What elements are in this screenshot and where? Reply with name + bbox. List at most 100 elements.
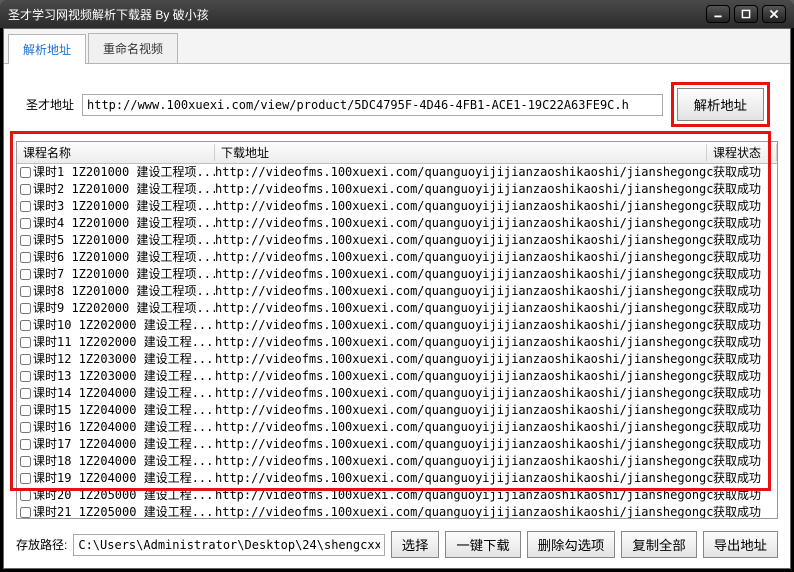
row-name: 课时8 1Z201000 建设工程项... [33,283,215,300]
table-row[interactable]: 课时12 1Z203000 建设工程...http://videofms.100… [17,351,777,368]
table-row[interactable]: 课时21 1Z205000 建设工程...http://videofms.100… [17,504,777,518]
row-checkbox[interactable] [17,351,33,368]
table-row[interactable]: 课时15 1Z204000 建设工程...http://videofms.100… [17,402,777,419]
row-url: http://videofms.100xuexi.com/quanguoyiji… [215,334,713,351]
delete-checked-button[interactable]: 删除勾选项 [527,531,616,558]
row-checkbox[interactable] [17,385,33,402]
row-checkbox[interactable] [17,317,33,334]
row-name: 课时16 1Z204000 建设工程... [33,419,215,436]
table-row[interactable]: 课时16 1Z204000 建设工程...http://videofms.100… [17,419,777,436]
row-url: http://videofms.100xuexi.com/quanguoyiji… [215,487,713,504]
save-path-input[interactable] [73,534,384,556]
row-url: http://videofms.100xuexi.com/quanguoyiji… [215,368,713,385]
row-name: 课时15 1Z204000 建设工程... [33,402,215,419]
row-checkbox[interactable] [17,436,33,453]
table-row[interactable]: 课时8 1Z201000 建设工程项...http://videofms.100… [17,283,777,300]
row-name: 课时14 1Z204000 建设工程... [33,385,215,402]
row-status: 获取成功 [713,198,777,215]
table-row[interactable]: 课时4 1Z201000 建设工程项...http://videofms.100… [17,215,777,232]
row-name: 课时2 1Z201000 建设工程项... [33,181,215,198]
row-url: http://videofms.100xuexi.com/quanguoyiji… [215,283,713,300]
table-row[interactable]: 课时2 1Z201000 建设工程项...http://videofms.100… [17,181,777,198]
row-name: 课时9 1Z202000 建设工程项... [33,300,215,317]
row-url: http://videofms.100xuexi.com/quanguoyiji… [215,300,713,317]
app-window: 圣才学习网视频解析下载器 By 破小孩 解析地址 重命名视频 圣才地址 解析地址… [0,0,794,572]
column-name[interactable]: 课程名称 [17,144,215,161]
row-checkbox[interactable] [17,300,33,317]
row-url: http://videofms.100xuexi.com/quanguoyiji… [215,215,713,232]
table-row[interactable]: 课时6 1Z201000 建设工程项...http://videofms.100… [17,249,777,266]
table-row[interactable]: 课时13 1Z203000 建设工程...http://videofms.100… [17,368,777,385]
table-row[interactable]: 课时9 1Z202000 建设工程项...http://videofms.100… [17,300,777,317]
row-checkbox[interactable] [17,266,33,283]
row-checkbox[interactable] [17,164,33,181]
row-status: 获取成功 [713,300,777,317]
tab-parse[interactable]: 解析地址 [8,34,86,64]
row-url: http://videofms.100xuexi.com/quanguoyiji… [215,164,713,181]
row-checkbox[interactable] [17,215,33,232]
table-row[interactable]: 课时5 1Z201000 建设工程项...http://videofms.100… [17,232,777,249]
row-checkbox[interactable] [17,470,33,487]
table-body[interactable]: 课时1 1Z201000 建设工程项...http://videofms.100… [17,164,777,518]
row-url: http://videofms.100xuexi.com/quanguoyiji… [215,266,713,283]
row-checkbox[interactable] [17,181,33,198]
parse-button-highlight: 解析地址 [671,82,770,127]
row-checkbox[interactable] [17,504,33,518]
table-row[interactable]: 课时17 1Z204000 建设工程...http://videofms.100… [17,436,777,453]
row-checkbox[interactable] [17,453,33,470]
row-status: 获取成功 [713,249,777,266]
row-url: http://videofms.100xuexi.com/quanguoyiji… [215,351,713,368]
copy-all-button[interactable]: 复制全部 [621,531,696,558]
table-row[interactable]: 课时11 1Z202000 建设工程...http://videofms.100… [17,334,777,351]
row-status: 获取成功 [713,470,777,487]
parse-button[interactable]: 解析地址 [677,88,764,121]
row-name: 课时12 1Z203000 建设工程... [33,351,215,368]
row-checkbox[interactable] [17,402,33,419]
choose-button[interactable]: 选择 [391,531,440,558]
row-name: 课时11 1Z202000 建设工程... [33,334,215,351]
row-url: http://videofms.100xuexi.com/quanguoyiji… [215,453,713,470]
row-url: http://videofms.100xuexi.com/quanguoyiji… [215,436,713,453]
row-status: 获取成功 [713,232,777,249]
row-checkbox[interactable] [17,368,33,385]
table-row[interactable]: 课时18 1Z204000 建设工程...http://videofms.100… [17,453,777,470]
table-header: 课程名称 下载地址 课程状态 [17,142,777,164]
row-checkbox[interactable] [17,249,33,266]
table-row[interactable]: 课时3 1Z201000 建设工程项...http://videofms.100… [17,198,777,215]
row-name: 课时3 1Z201000 建设工程项... [33,198,215,215]
table-row[interactable]: 课时14 1Z204000 建设工程...http://videofms.100… [17,385,777,402]
minimize-button[interactable] [706,5,730,23]
table-row[interactable]: 课时20 1Z205000 建设工程...http://videofms.100… [17,487,777,504]
table-row[interactable]: 课时1 1Z201000 建设工程项...http://videofms.100… [17,164,777,181]
row-checkbox[interactable] [17,198,33,215]
row-name: 课时6 1Z201000 建设工程项... [33,249,215,266]
url-label: 圣才地址 [24,96,74,113]
row-checkbox[interactable] [17,334,33,351]
row-url: http://videofms.100xuexi.com/quanguoyiji… [215,385,713,402]
column-url[interactable]: 下载地址 [215,144,707,161]
table-row[interactable]: 课时7 1Z201000 建设工程项...http://videofms.100… [17,266,777,283]
row-url: http://videofms.100xuexi.com/quanguoyiji… [215,249,713,266]
row-status: 获取成功 [713,334,777,351]
url-row: 圣才地址 解析地址 [4,64,790,141]
row-checkbox[interactable] [17,283,33,300]
tab-rename[interactable]: 重命名视频 [88,33,178,63]
row-checkbox[interactable] [17,232,33,249]
row-name: 课时18 1Z204000 建设工程... [33,453,215,470]
row-name: 课时19 1Z204000 建设工程... [33,470,215,487]
download-button[interactable]: 一键下载 [445,531,520,558]
row-url: http://videofms.100xuexi.com/quanguoyiji… [215,198,713,215]
column-status[interactable]: 课程状态 [707,144,777,161]
row-status: 获取成功 [713,504,777,518]
close-button[interactable] [762,5,786,23]
url-input[interactable] [82,94,663,116]
titlebar[interactable]: 圣才学习网视频解析下载器 By 破小孩 [0,0,794,28]
table-row[interactable]: 课时10 1Z202000 建设工程...http://videofms.100… [17,317,777,334]
maximize-button[interactable] [734,5,758,23]
row-checkbox[interactable] [17,419,33,436]
save-path-label: 存放路径: [16,536,67,553]
table-row[interactable]: 课时19 1Z204000 建设工程...http://videofms.100… [17,470,777,487]
row-url: http://videofms.100xuexi.com/quanguoyiji… [215,232,713,249]
export-button[interactable]: 导出地址 [703,531,778,558]
row-checkbox[interactable] [17,487,33,504]
